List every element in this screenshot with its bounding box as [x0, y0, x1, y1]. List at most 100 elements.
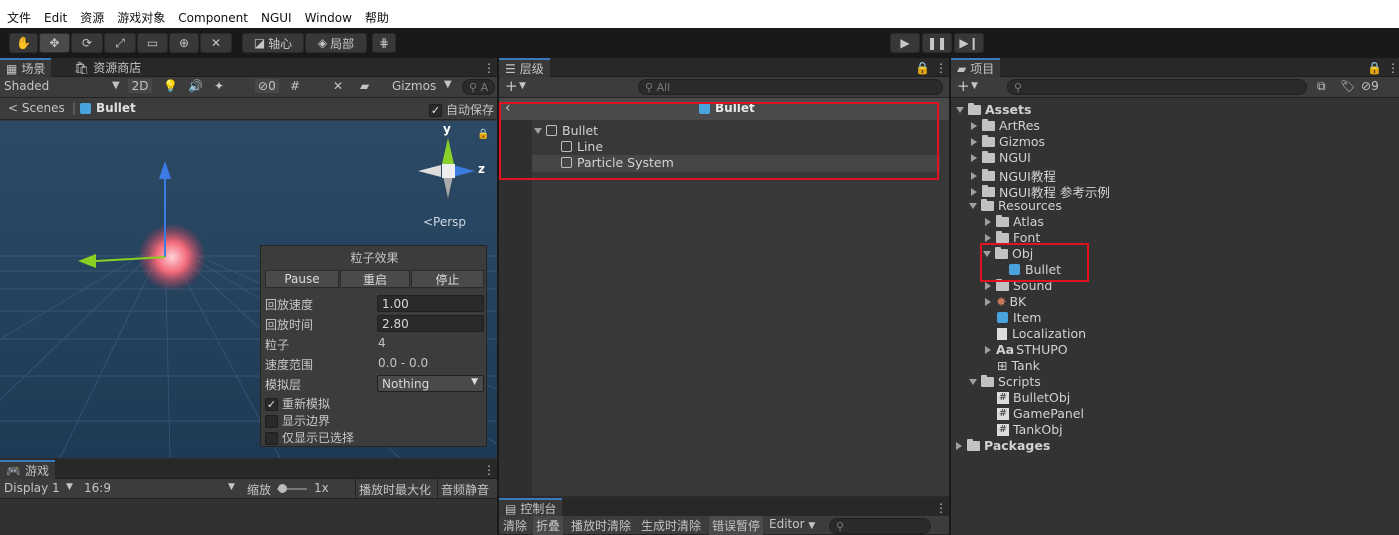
menu-gameobject[interactable]: 游戏对象 [117, 9, 165, 26]
shading-dropdown[interactable]: Shaded [4, 79, 49, 93]
camera-icon[interactable]: ▰ [360, 79, 369, 93]
project-asset-bk[interactable]: ✸ BK [985, 294, 1026, 309]
grid-snap-icon[interactable]: ⋕ [372, 33, 396, 53]
playback-time-field[interactable]: 2.80 [377, 315, 484, 332]
particle-stop-button[interactable]: 停止 [411, 270, 484, 288]
audio-icon[interactable]: 🔊 [188, 79, 203, 93]
console-clear-button[interactable]: 清除 [503, 517, 527, 534]
collapse-arrow-icon[interactable] [985, 217, 991, 226]
game-menu-icon[interactable]: ⋮ [477, 460, 501, 479]
project-asset-item[interactable]: Item [997, 310, 1041, 325]
play-button[interactable]: ▶ [890, 33, 920, 53]
orientation-gizmo[interactable]: y z 🔒 [415, 122, 489, 213]
show-bounds-toggle[interactable]: 显示边界 [265, 412, 330, 429]
project-script-bulletobj[interactable]: # BulletObj [997, 390, 1070, 405]
collapse-arrow-icon[interactable] [985, 233, 991, 242]
maximize-on-play-button[interactable]: 播放时最大化 [355, 479, 434, 499]
rotate-tool-icon[interactable]: ⟳ [71, 33, 103, 53]
grid-icon[interactable]: # [290, 79, 300, 93]
rect-tool-icon[interactable]: ▭ [137, 33, 168, 53]
project-asset-localization[interactable]: Localization [997, 326, 1086, 341]
mode-2d-button[interactable]: 2D [128, 79, 152, 93]
gizmos-dropdown[interactable]: Gizmos [392, 79, 436, 93]
create-plus-icon[interactable]: + [957, 77, 970, 95]
hierarchy-search-input[interactable]: ⚲ All [638, 79, 943, 95]
collapse-arrow-icon[interactable] [985, 281, 991, 290]
menu-help[interactable]: 帮助 [365, 9, 389, 26]
particle-restart-button[interactable]: 重启 [340, 270, 410, 288]
project-folder-gizmos[interactable]: Gizmos [971, 134, 1045, 149]
menu-file[interactable]: 文件 [7, 9, 31, 26]
collapse-arrow-icon[interactable] [956, 441, 962, 450]
project-folder-resources[interactable]: Resources [969, 198, 1062, 213]
only-selected-toggle[interactable]: 仅显示已选择 [265, 429, 354, 446]
autosave-toggle[interactable]: ✓ 自动保存 [429, 101, 494, 118]
hierarchy-menu-icon[interactable]: ⋮ [929, 58, 953, 77]
console-error-pause-button[interactable]: 错误暂停 [709, 516, 764, 535]
collapse-arrow-icon[interactable] [971, 153, 977, 162]
menu-window[interactable]: Window [305, 11, 352, 25]
lighting-icon[interactable]: 💡 [163, 79, 178, 93]
collapse-arrow-icon[interactable] [985, 345, 991, 354]
menu-assets[interactable]: 资源 [80, 9, 104, 26]
collapse-arrow-icon[interactable] [971, 187, 977, 196]
expand-arrow-icon[interactable] [969, 202, 977, 209]
menu-component[interactable]: Component [178, 11, 248, 25]
project-folder-atlas[interactable]: Atlas [985, 214, 1044, 229]
console-search-input[interactable]: ⚲ [829, 518, 931, 534]
game-viewport[interactable] [0, 499, 497, 535]
hand-tool-icon[interactable]: ✋ [9, 33, 38, 53]
project-folder-ngui[interactable]: NGUI [971, 150, 1031, 165]
autosave-checkbox[interactable]: ✓ [429, 104, 442, 117]
only-selected-checkbox[interactable] [265, 432, 278, 445]
create-plus-icon[interactable]: + [505, 77, 518, 95]
particle-pause-button[interactable]: Pause [265, 270, 339, 288]
pivot-toggle-button[interactable]: ◪ 轴心 [242, 33, 304, 53]
move-tool-icon[interactable]: ✥ [39, 33, 70, 53]
step-button[interactable]: ▶❙ [954, 33, 984, 53]
console-clear-on-build-button[interactable]: 生成时清除 [641, 517, 701, 534]
projection-toggle[interactable]: <Persp [423, 215, 466, 229]
hidden-objects-toggle[interactable]: ⊘0 [255, 79, 279, 93]
breadcrumb-scenes[interactable]: < Scenes [8, 101, 65, 115]
project-folder-scripts[interactable]: Scripts [969, 374, 1041, 389]
tab-console[interactable]: ▤ 控制台 [499, 498, 563, 517]
tab-hierarchy[interactable]: ☰ 层级 [499, 58, 550, 77]
expand-arrow-icon[interactable] [956, 106, 964, 113]
tools-icon[interactable]: ✕ [333, 79, 343, 93]
collapse-arrow-icon[interactable] [971, 121, 977, 130]
lock-icon[interactable]: 🔒 [477, 129, 489, 140]
project-asset-tank[interactable]: ⊞ Tank [997, 358, 1040, 373]
project-folder-assets[interactable]: Assets [956, 102, 1031, 117]
scale-slider-thumb[interactable] [278, 484, 287, 493]
tab-game[interactable]: 🎮 游戏 [0, 460, 55, 479]
console-collapse-button[interactable]: 折叠 [533, 516, 564, 535]
effects-icon[interactable]: ✦ [214, 79, 224, 93]
expand-arrow-icon[interactable] [969, 378, 977, 385]
tab-asset-store[interactable]: 🛍 资源商店 [68, 58, 147, 77]
display-dropdown[interactable]: Display 1 [4, 481, 60, 495]
console-menu-icon[interactable]: ⋮ [929, 498, 953, 517]
local-toggle-button[interactable]: ◈ 局部 [305, 33, 367, 53]
create-chevron-icon[interactable]: ▼ [519, 81, 526, 91]
custom-tool-icon[interactable]: ✕ [200, 33, 232, 53]
aspect-dropdown[interactable]: 16:9 [84, 481, 111, 495]
search-by-type-icon[interactable]: ⧉ [1317, 79, 1326, 94]
search-by-label-icon[interactable]: 🏷 [1340, 79, 1355, 93]
project-menu-icon[interactable]: ⋮ [1381, 58, 1399, 77]
project-search-input[interactable]: ⚲ [1007, 79, 1307, 95]
collapse-arrow-icon[interactable] [971, 171, 977, 180]
console-clear-on-play-button[interactable]: 播放时清除 [571, 517, 631, 534]
scene-search-input[interactable]: ⚲ A [462, 79, 495, 95]
simulation-layer-dropdown[interactable]: Nothing ▼ [377, 375, 484, 392]
menu-ngui[interactable]: NGUI [261, 11, 292, 25]
pause-button[interactable]: ❚❚ [922, 33, 952, 53]
create-chevron-icon[interactable]: ▼ [971, 81, 978, 91]
mute-audio-button[interactable]: 音频静音 [437, 479, 492, 499]
collapse-arrow-icon[interactable] [985, 297, 991, 306]
hidden-packages-toggle[interactable]: ⊘9 [1361, 79, 1379, 93]
show-bounds-checkbox[interactable] [265, 415, 278, 428]
tab-project[interactable]: ▰ 项目 [951, 58, 1001, 77]
project-folder-packages[interactable]: Packages [956, 438, 1050, 453]
collapse-arrow-icon[interactable] [971, 137, 977, 146]
